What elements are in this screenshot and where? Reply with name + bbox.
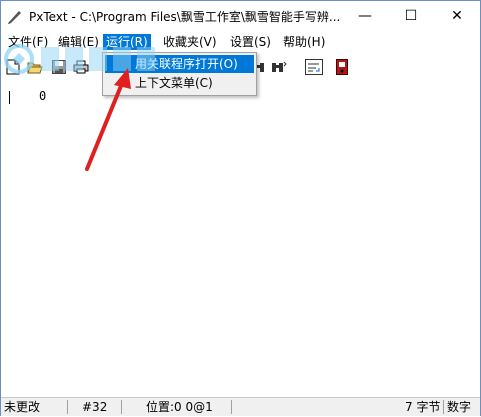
status-separator <box>67 400 68 414</box>
status-position: 位置:0 0@1 <box>146 400 213 414</box>
status-separator <box>231 400 232 414</box>
status-mode: 数字 <box>447 400 472 414</box>
red-annotation-arrow <box>85 68 131 171</box>
status-bar: 未更改 #32 位置:0 0@1 7 字节 数字 <box>1 397 480 416</box>
app-window: PxText - C:\Program Files\飘雪工作室\飘雪智能手写辨.… <box>0 0 481 416</box>
status-char-code: #32 <box>82 400 108 414</box>
status-separator <box>121 400 122 414</box>
status-modified: 未更改 <box>4 400 41 414</box>
status-separator <box>443 400 444 414</box>
status-byte-count: 7 字节 <box>405 400 441 414</box>
